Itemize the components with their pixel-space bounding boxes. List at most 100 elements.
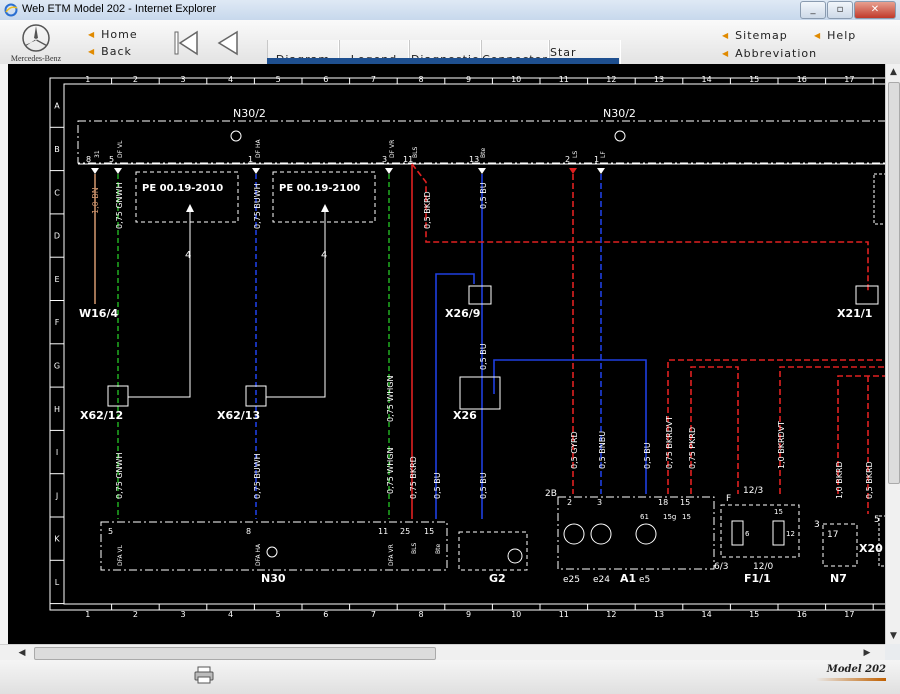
wire-label: 0,75 BKRD — [409, 456, 418, 499]
row-letter: E — [54, 275, 59, 284]
component-label[interactable]: X26/9 — [445, 307, 480, 320]
row-letter: H — [54, 405, 60, 414]
a1-pin: 15g — [663, 513, 676, 521]
arrow-icon: ◀ — [722, 30, 730, 40]
column-number: 6 — [323, 75, 328, 84]
model-label: Model 202 — [826, 664, 886, 675]
row-letter: F — [55, 318, 60, 327]
column-number: 14 — [702, 610, 712, 619]
scroll-up-icon[interactable]: ▲ — [886, 64, 900, 80]
column-number: 7 — [371, 75, 376, 84]
column-number: 1 — [85, 610, 90, 619]
a1-pin: 61 — [640, 513, 649, 521]
wire-label: 0,5 BU — [643, 442, 652, 469]
column-number: 16 — [797, 610, 807, 619]
scroll-down-icon[interactable]: ▼ — [886, 628, 900, 644]
row-letter: K — [54, 535, 60, 544]
pin-label: 3 — [597, 498, 602, 507]
pin-markers — [91, 168, 605, 174]
arrow-icon: ◀ — [88, 47, 96, 56]
column-number: 8 — [418, 610, 423, 619]
window-title: Web ETM Model 202 - Internet Explorer — [22, 3, 217, 15]
scroll-left-icon[interactable]: ◀ — [14, 645, 30, 661]
bottom-pin-codes: DFA VL DFA HA DFA VR BLS Bte — [117, 543, 442, 566]
abbreviation-link[interactable]: ◀ Abbreviation — [722, 44, 817, 62]
component-label[interactable]: G2 — [489, 572, 506, 585]
pin-code: DF VL — [117, 140, 124, 158]
pe-arrow-num: 4 — [185, 250, 191, 261]
component-label[interactable]: X20 — [859, 542, 883, 555]
column-number: 2 — [133, 610, 138, 619]
row-letter: A — [54, 102, 60, 111]
wire-label: 0,5 BNBU — [598, 431, 607, 469]
column-number: 15 — [749, 75, 759, 84]
row-letter: I — [56, 448, 58, 457]
restore-button[interactable]: ▫ — [827, 1, 853, 19]
site-links: ◀ Sitemap ◀ Abbreviation — [722, 26, 817, 62]
column-number: 2 — [133, 75, 138, 84]
component-label[interactable]: N7 — [830, 572, 847, 585]
row-letter: G — [54, 361, 60, 370]
nav-icons — [172, 30, 240, 56]
pin-code: Bte — [435, 544, 442, 554]
help-links: ◀ Help — [814, 26, 856, 44]
previous-page-icon[interactable] — [214, 30, 240, 56]
row-letter: L — [55, 578, 60, 587]
pin-code: Bte — [480, 148, 487, 158]
component-label[interactable]: X26 — [453, 409, 477, 422]
window-titlebar: Web ETM Model 202 - Internet Explorer _ … — [0, 0, 900, 21]
first-page-icon[interactable] — [172, 30, 200, 56]
wire-label: 0,75 BUWH — [253, 453, 262, 499]
column-number: 14 — [702, 75, 712, 84]
label-n30-2-left: N30/2 — [233, 107, 266, 120]
vertical-scroll-thumb[interactable] — [888, 82, 900, 484]
home-label: Home — [101, 28, 138, 41]
mercedes-star-icon — [22, 24, 50, 52]
column-number: 17 — [844, 610, 854, 619]
help-link[interactable]: ◀ Help — [814, 26, 856, 44]
minimize-button[interactable]: _ — [800, 1, 826, 19]
fuse-label: 6/3 — [714, 562, 728, 572]
column-number: 7 — [371, 610, 376, 619]
component-label[interactable]: X62/13 — [217, 409, 260, 422]
a1-pin: 2B — [545, 489, 557, 499]
brand-name: Mercedes-Benz — [10, 54, 62, 63]
wire-label: 1,0 BKRD — [835, 461, 844, 499]
component-label[interactable]: N30 — [261, 572, 286, 585]
pe-ref-2100[interactable]: PE 00.19-2100 — [279, 183, 360, 194]
component-label[interactable]: X62/12 — [80, 409, 123, 422]
vertical-scrollbar[interactable]: ▲ ▼ — [885, 64, 900, 644]
fuse-label: 3 — [814, 520, 820, 530]
fuse-labels: F 6/3 12/0 6 12 3 12/3 15 17 5 — [714, 486, 880, 572]
horizontal-scroll-thumb[interactable] — [34, 647, 436, 660]
component-label[interactable]: W16/4 — [79, 307, 118, 320]
pin-code: 31 — [94, 150, 101, 158]
mercedes-logo: Mercedes-Benz — [6, 22, 66, 64]
pin-label: 5 — [109, 155, 114, 164]
horizontal-scrollbar[interactable]: ◀ ▶ — [0, 644, 885, 661]
wire-label: 0,75 GNWH — [115, 183, 124, 229]
wiring-diagram[interactable]: 1 2 3 4 5 6 7 8 9 10 11 12 13 14 15 16 17 1 2 3 4 5 6 7 8 9 10 11 1… — [8, 64, 891, 644]
abbreviation-label: Abbreviation — [735, 46, 818, 60]
sitemap-link[interactable]: ◀ Sitemap — [722, 26, 817, 44]
arrow-icon: ◀ — [722, 48, 730, 58]
component-label[interactable]: X21/1 — [837, 307, 872, 320]
back-link[interactable]: ◀ Back — [88, 43, 138, 60]
home-link[interactable]: ◀ Home — [88, 26, 138, 43]
printer-icon[interactable] — [194, 666, 214, 684]
scroll-right-icon[interactable]: ▶ — [859, 645, 875, 661]
component-label[interactable]: F1/1 — [744, 572, 771, 585]
model-underline — [816, 678, 886, 681]
fuse-label: 6 — [745, 530, 750, 538]
label-n30-2-right: N30/2 — [603, 107, 636, 120]
row-letter: B — [54, 145, 60, 154]
pin-label: 12/3 — [743, 486, 763, 496]
column-number: 3 — [180, 610, 185, 619]
pe-ref-2010[interactable]: PE 00.19-2010 — [142, 183, 223, 194]
column-number: 10 — [511, 610, 521, 619]
pin-label: 8 — [86, 155, 91, 164]
close-button[interactable]: ✕ — [854, 1, 896, 19]
component-label[interactable]: A1 — [620, 572, 636, 585]
pin-code: LF — [600, 151, 607, 158]
wire-label: 0,75 PKRD — [688, 427, 697, 469]
